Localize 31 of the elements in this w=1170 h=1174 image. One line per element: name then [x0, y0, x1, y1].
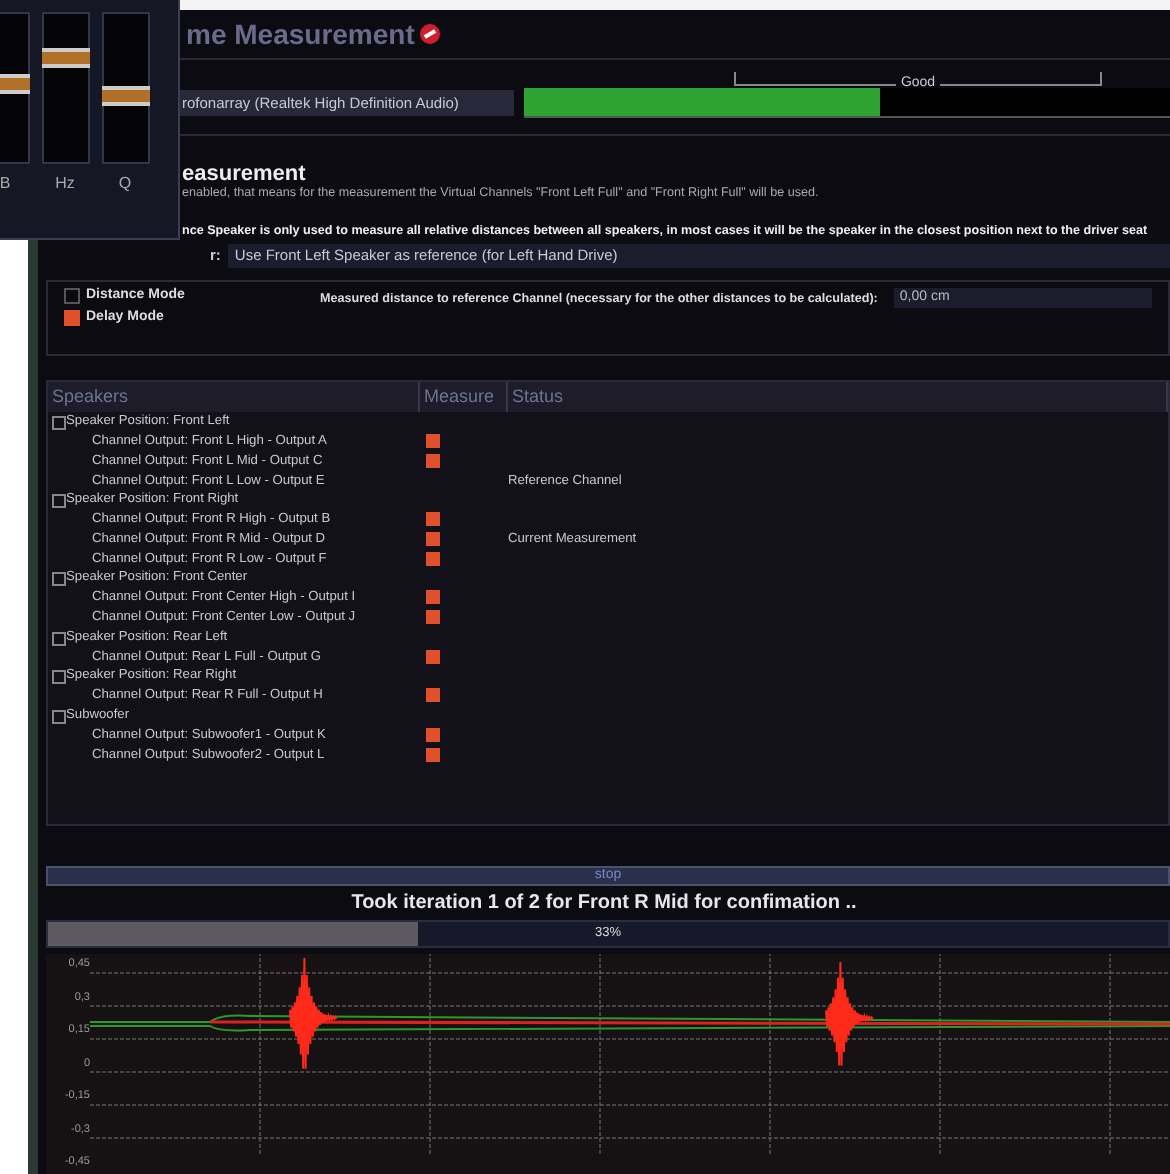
- cross-checkbox-icon[interactable]: [426, 531, 440, 546]
- cross-checkbox-icon[interactable]: [426, 727, 440, 742]
- collapse-icon[interactable]: [52, 670, 66, 685]
- cross-checkbox-icon[interactable]: [426, 453, 440, 468]
- slider-label: B: [0, 174, 11, 192]
- collapse-icon[interactable]: [52, 710, 66, 725]
- slider-label: Q: [118, 174, 132, 192]
- cross-checkbox-icon[interactable]: [426, 551, 440, 566]
- collapse-icon[interactable]: [52, 494, 66, 509]
- column-header[interactable]: Status: [508, 381, 1168, 412]
- column-header[interactable]: Speakers: [48, 381, 420, 412]
- cross-checkbox-icon[interactable]: [426, 610, 440, 625]
- no-entry-icon: [420, 24, 441, 45]
- collapse-icon[interactable]: [52, 416, 66, 431]
- slider-track[interactable]: [41, 12, 89, 164]
- cross-checkbox-icon[interactable]: [426, 649, 440, 664]
- slider-label: Hz: [55, 174, 75, 192]
- collapse-icon[interactable]: [52, 631, 66, 646]
- section-heading: easurement: [182, 161, 306, 186]
- cross-checkbox-icon[interactable]: [426, 688, 440, 703]
- cross-checkbox-icon[interactable]: [426, 512, 440, 527]
- slider-thumb[interactable]: [101, 86, 149, 107]
- slider-track[interactable]: [101, 12, 149, 164]
- slider-thumb[interactable]: [41, 47, 89, 67]
- cross-checkbox-icon[interactable]: [426, 747, 440, 762]
- collapse-icon[interactable]: [52, 572, 66, 587]
- cross-checkbox-icon[interactable]: [426, 590, 440, 605]
- window-title: me Measurement: [186, 18, 415, 51]
- progress-title: Took iteration 1 of 2 for Front R Mid for confimation ..: [349, 891, 859, 914]
- cross-checkbox-icon[interactable]: [426, 433, 440, 448]
- column-header[interactable]: Measure: [420, 381, 508, 412]
